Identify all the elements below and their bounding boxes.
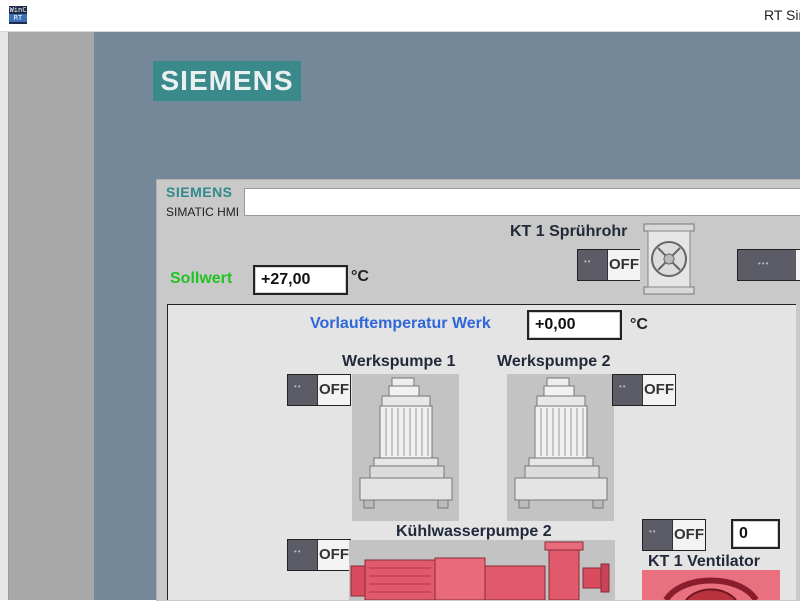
werkspumpe1-toggle[interactable]: OFF bbox=[287, 374, 351, 406]
werkspumpe2-frame bbox=[507, 374, 614, 521]
valve-icon[interactable] bbox=[640, 221, 698, 299]
left-margin bbox=[8, 32, 95, 600]
window-titlebar: WinC RT RT Sim bbox=[0, 0, 800, 32]
app-icon-text-1: WinC bbox=[9, 6, 27, 14]
header-siemens-logo: SIEMENS bbox=[166, 184, 233, 200]
spruehrohr-label: KT 1 Sprührohr bbox=[510, 223, 628, 240]
spruehrohr-toggle-state: OFF bbox=[609, 256, 639, 273]
ventilator-toggle[interactable]: OFF bbox=[642, 519, 706, 551]
motor-pump-icon[interactable] bbox=[349, 540, 615, 601]
toggle-knob bbox=[288, 375, 318, 405]
werkspumpe2-label: Werkspumpe 2 bbox=[497, 353, 611, 370]
sollwert-input[interactable]: +27,00 bbox=[253, 265, 348, 295]
werkspumpe2-toggle[interactable]: OFF bbox=[612, 374, 676, 406]
toggle-knob bbox=[288, 540, 318, 570]
sollwert-unit: °C bbox=[351, 268, 369, 285]
fan-icon[interactable] bbox=[642, 570, 780, 602]
toggle-tail bbox=[796, 250, 800, 280]
siemens-logo: SIEMENS bbox=[153, 61, 301, 101]
submersible-pump-icon[interactable] bbox=[507, 374, 614, 521]
toggle-knob bbox=[613, 375, 643, 405]
left-edge bbox=[0, 32, 8, 600]
app-icon-text-2: RT bbox=[9, 14, 27, 22]
ventilator-toggle-state: OFF bbox=[674, 526, 704, 543]
werkspumpe1-label: Werkspumpe 1 bbox=[342, 353, 456, 370]
app-icon: WinC RT bbox=[9, 6, 27, 24]
submersible-pump-icon[interactable] bbox=[352, 374, 459, 521]
panel-right-strip bbox=[796, 304, 800, 600]
ventilator-label: KT 1 Ventilator bbox=[648, 553, 761, 570]
sollwert-label: Sollwert bbox=[170, 270, 233, 287]
kuehlwasserpumpe2-label: Kühlwasserpumpe 2 bbox=[396, 523, 552, 540]
kuehlwasserpumpe2-toggle[interactable]: OFF bbox=[287, 539, 351, 571]
vorlauf-label: Vorlauftemperatur Werk bbox=[310, 315, 491, 332]
werkspumpe1-frame bbox=[352, 374, 459, 521]
header-message-field bbox=[244, 188, 800, 216]
spruehrohr-toggle[interactable]: OFF bbox=[577, 249, 641, 281]
ventilator-frame bbox=[642, 570, 780, 602]
kuehlwasserpumpe2-frame bbox=[349, 540, 615, 601]
toggle-knob bbox=[578, 250, 608, 280]
toggle-knob bbox=[643, 520, 673, 550]
header-subtitle: SIMATIC HMI bbox=[166, 205, 240, 219]
vorlauf-output: +0,00 bbox=[527, 310, 622, 340]
kuehlwasserpumpe2-toggle-state: OFF bbox=[319, 546, 349, 563]
vorlauf-unit: °C bbox=[630, 316, 648, 333]
window-title: RT Sim bbox=[764, 7, 800, 23]
werkspumpe1-toggle-state: OFF bbox=[319, 381, 349, 398]
werkspumpe2-toggle-state: OFF bbox=[644, 381, 674, 398]
right-toggle-partial[interactable] bbox=[737, 249, 800, 281]
ventilator-count: 0 bbox=[731, 519, 780, 549]
